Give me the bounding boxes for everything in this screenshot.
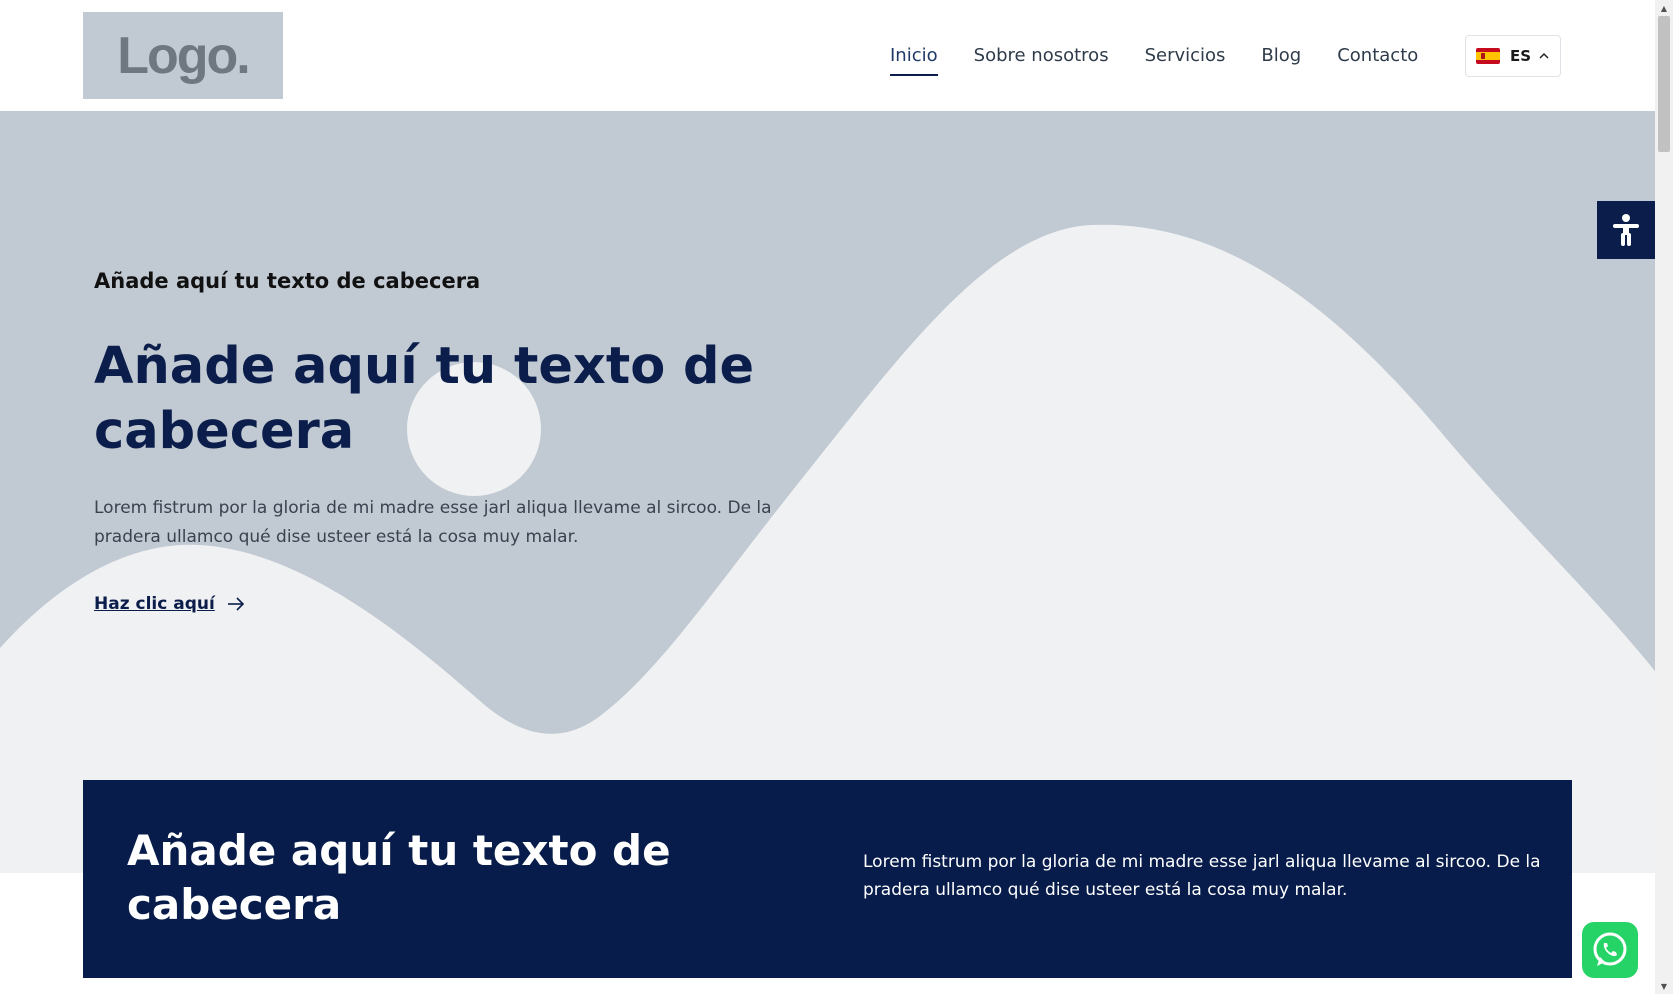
feature-card: Añade aquí tu texto de cabecera Lorem fi… (83, 780, 1572, 978)
hero-text: Lorem fistrum por la gloria de mi madre … (94, 498, 772, 547)
spain-flag-icon (1476, 48, 1500, 64)
hero-cta-label: Haz clic aquí (94, 594, 215, 614)
nav-item-contacto[interactable]: Contacto (1337, 35, 1418, 76)
whatsapp-button[interactable] (1582, 922, 1638, 978)
card-text: Lorem fistrum por la gloria de mi madre … (863, 852, 1541, 900)
accessibility-icon (1613, 214, 1639, 246)
logo-text: Logo. (117, 26, 251, 85)
nav-item-servicios[interactable]: Servicios (1145, 35, 1226, 76)
hero-kicker: Añade aquí tu texto de cabecera (94, 269, 481, 293)
scrollbar-thumb[interactable] (1658, 16, 1670, 152)
nav-item-inicio[interactable]: Inicio (890, 35, 938, 76)
hero-section: Añade aquí tu texto de cabecera Añade aq… (0, 111, 1655, 873)
scroll-down-arrow-icon[interactable]: ▼ (1655, 978, 1673, 994)
language-code: ES (1510, 47, 1532, 65)
chevron-up-icon (1539, 52, 1549, 59)
main-nav: Inicio Sobre nosotros Servicios Blog Con… (890, 0, 1454, 111)
logo[interactable]: Logo. (83, 12, 283, 99)
arrow-right-icon (227, 597, 244, 611)
site-header: Logo. Inicio Sobre nosotros Servicios Bl… (0, 0, 1655, 111)
hero-wave-shape (0, 224, 1655, 873)
whatsapp-icon (1593, 932, 1627, 966)
accessibility-button[interactable] (1597, 201, 1655, 259)
scroll-up-arrow-icon[interactable]: ▲ (1655, 0, 1673, 16)
nav-item-blog[interactable]: Blog (1261, 35, 1301, 76)
page-scrollbar[interactable]: ▲ ▼ (1655, 0, 1673, 994)
hero-title: Añade aquí tu texto de cabecera (94, 337, 755, 461)
language-switcher[interactable]: ES (1465, 35, 1561, 77)
hero-cta-link[interactable]: Haz clic aquí (94, 594, 245, 614)
nav-item-sobre-nosotros[interactable]: Sobre nosotros (974, 35, 1109, 76)
card-title: Añade aquí tu texto de cabecera (127, 826, 671, 929)
